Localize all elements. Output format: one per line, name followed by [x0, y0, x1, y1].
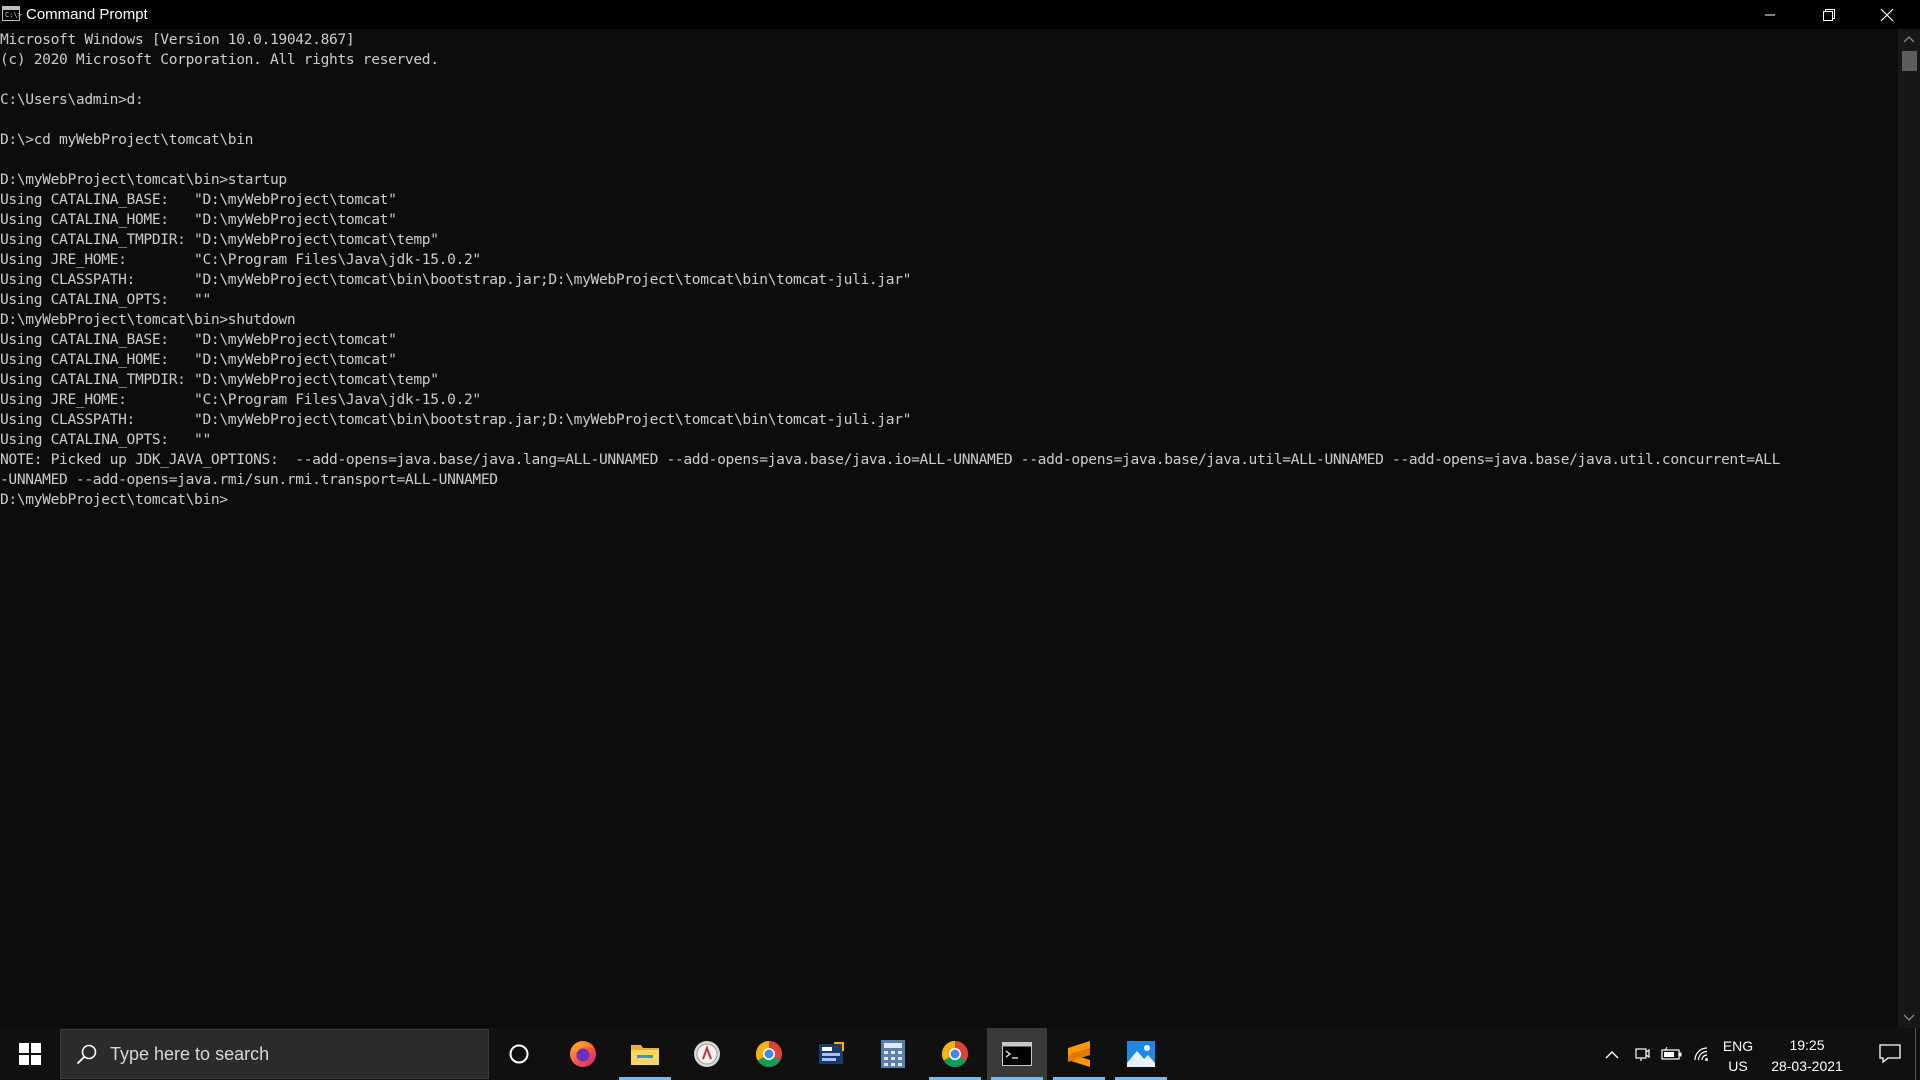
taskbar-app-dev-tool[interactable] — [801, 1028, 861, 1080]
windows-logo-icon — [19, 1043, 41, 1065]
app-circle-icon — [694, 1041, 720, 1067]
console-line: Using CLASSPATH: "D:\myWebProject\tomcat… — [0, 271, 912, 288]
console-line: (c) 2020 Microsoft Corporation. All righ… — [0, 51, 439, 68]
clock-date: 28-03-2021 — [1771, 1058, 1843, 1074]
start-button[interactable] — [0, 1028, 60, 1080]
wifi-icon — [1694, 1047, 1708, 1061]
notification-icon — [1879, 1044, 1901, 1064]
language-region: US — [1728, 1058, 1748, 1074]
console-line: D:\>cd myWebProject\tomcat\bin — [0, 131, 254, 148]
scroll-thumb[interactable] — [1902, 51, 1917, 71]
command-prompt-icon — [1002, 1042, 1032, 1066]
title-bar[interactable]: C:\> Command Prompt — [0, 0, 1920, 29]
task-view-icon — [509, 1044, 529, 1064]
app-icon-text: C:\> — [5, 11, 22, 19]
vertical-scrollbar[interactable] — [1898, 29, 1920, 1028]
taskbar-app-chrome-2[interactable] — [925, 1028, 985, 1080]
file-explorer-icon — [631, 1045, 659, 1065]
console-line: D:\myWebProject\tomcat\bin> — [0, 491, 228, 508]
taskbar-app-chrome[interactable] — [739, 1028, 799, 1080]
search-placeholder: Type here to search — [110, 1044, 270, 1064]
taskbar-app-sublime-text[interactable] — [1049, 1028, 1109, 1080]
action-center-button[interactable] — [1864, 1028, 1916, 1080]
chevron-down-icon — [1903, 1014, 1915, 1021]
restore-button[interactable] — [1800, 0, 1858, 29]
taskbar: Type here to search ENG US 19:25 28-03-2… — [0, 1028, 1920, 1080]
minimize-icon — [1765, 14, 1775, 15]
chrome-icon — [941, 1040, 968, 1068]
taskbar-app-photos[interactable] — [1111, 1028, 1171, 1080]
restore-icon — [1823, 8, 1835, 21]
close-icon — [1880, 8, 1894, 21]
meet-now-icon — [1635, 1048, 1650, 1061]
chevron-up-icon — [1903, 36, 1915, 43]
console-line: -UNNAMED --add-opens=java.rmi/sun.rmi.tr… — [0, 471, 498, 488]
console-line: Microsoft Windows [Version 10.0.19042.86… — [0, 31, 355, 48]
tray-network[interactable] — [1690, 1028, 1714, 1080]
battery-icon — [1661, 1047, 1682, 1060]
taskbar-app-file-explorer[interactable] — [615, 1028, 675, 1080]
photos-icon — [1127, 1041, 1155, 1067]
taskbar-app-calculator[interactable] — [863, 1028, 923, 1080]
task-view-button[interactable] — [489, 1028, 549, 1080]
chevron-up-icon — [1605, 1050, 1619, 1058]
taskbar-app-circle[interactable] — [677, 1028, 737, 1080]
taskbar-app-command-prompt[interactable] — [987, 1028, 1047, 1080]
input-language-indicator[interactable]: ENG US — [1716, 1036, 1760, 1076]
search-box[interactable]: Type here to search — [60, 1029, 489, 1079]
tray-meet-now[interactable] — [1630, 1028, 1654, 1080]
language-code: ENG — [1722, 1038, 1754, 1054]
show-hidden-icons-button[interactable] — [1600, 1028, 1624, 1080]
clock-time: 19:25 — [1789, 1037, 1825, 1053]
console-line: D:\myWebProject\tomcat\bin>shutdown — [0, 311, 296, 328]
console-line: Using CATALINA_OPTS: "" — [0, 431, 211, 448]
console-line: Using JRE_HOME: "C:\Program Files\Java\j… — [0, 251, 481, 268]
console-line: D:\myWebProject\tomcat\bin>startup — [0, 171, 287, 188]
console-line: Using CATALINA_BASE: "D:\myWebProject\to… — [0, 331, 397, 348]
console-line: Using CLASSPATH: "D:\myWebProject\tomcat… — [0, 411, 912, 428]
console-area[interactable]: Microsoft Windows [Version 10.0.19042.86… — [0, 29, 1898, 1028]
firefox-icon — [570, 1041, 596, 1067]
close-button[interactable] — [1858, 0, 1916, 29]
console-line: Using CATALINA_HOME: "D:\myWebProject\to… — [0, 351, 397, 368]
tray-battery[interactable] — [1660, 1028, 1684, 1080]
console-line: Using CATALINA_BASE: "D:\myWebProject\to… — [0, 191, 397, 208]
show-desktop-button[interactable] — [1915, 1028, 1916, 1080]
dev-tool-icon — [819, 1042, 844, 1064]
chrome-icon — [755, 1040, 782, 1068]
console-line: Using JRE_HOME: "C:\Program Files\Java\j… — [0, 391, 481, 408]
command-prompt-icon[interactable]: C:\> — [2, 6, 22, 21]
console-line: Using CATALINA_TMPDIR: "D:\myWebProject\… — [0, 231, 439, 248]
minimize-button[interactable] — [1741, 0, 1799, 29]
scroll-down-button[interactable] — [1898, 1008, 1920, 1028]
scroll-up-button[interactable] — [1898, 29, 1920, 49]
sublime-text-icon — [1068, 1041, 1090, 1067]
console-line: Using CATALINA_TMPDIR: "D:\myWebProject\… — [0, 371, 439, 388]
window-title: Command Prompt — [26, 6, 148, 23]
console-line: Using CATALINA_OPTS: "" — [0, 291, 211, 308]
calculator-icon — [881, 1040, 905, 1068]
clock[interactable]: 19:25 28-03-2021 — [1762, 1035, 1852, 1077]
console-line: Using CATALINA_HOME: "D:\myWebProject\to… — [0, 211, 397, 228]
console-output: Microsoft Windows [Version 10.0.19042.86… — [0, 30, 1780, 510]
search-icon — [76, 1044, 97, 1065]
console-line: NOTE: Picked up JDK_JAVA_OPTIONS: --add-… — [0, 451, 1781, 468]
taskbar-app-firefox[interactable] — [553, 1028, 613, 1080]
console-line: C:\Users\admin>d: — [0, 91, 144, 108]
